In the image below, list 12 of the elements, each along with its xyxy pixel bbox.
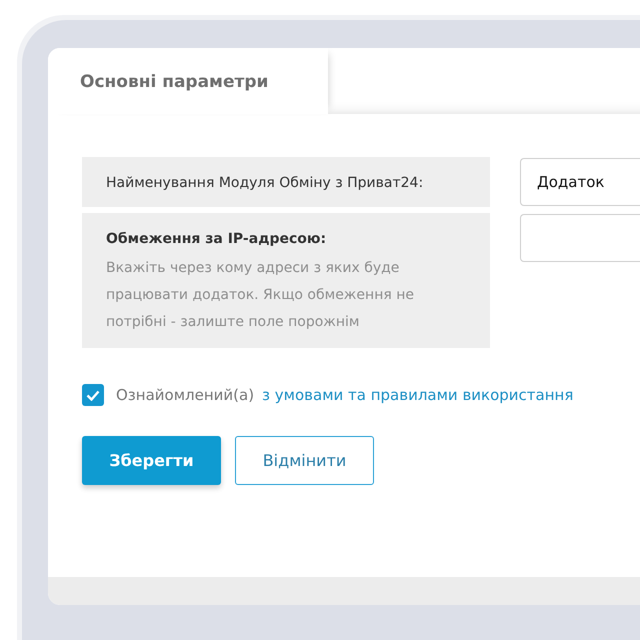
save-button[interactable]: Зберегти xyxy=(82,436,221,485)
terms-link[interactable]: з умовами та правилами використання xyxy=(262,386,574,404)
cancel-button[interactable]: Відмінити xyxy=(235,436,374,485)
field-label: Обмеження за IP-адресою: xyxy=(106,230,328,249)
input-field[interactable] xyxy=(520,214,640,262)
checkbox[interactable] xyxy=(82,384,104,406)
tab[interactable]: Основні параметри xyxy=(48,48,328,114)
check-icon xyxy=(86,390,100,400)
checkbox-label: Ознайомлений(а) xyxy=(116,386,254,404)
field-label: Найменування Модуля Обміну з Приват24: xyxy=(106,174,424,193)
input-field[interactable]: Додаток xyxy=(520,158,640,206)
field-description: Вкажіть через кому адреси з яких буде працювати додаток. Якщо обмеження не потрібні - залиште поле порожнім xyxy=(106,259,415,332)
